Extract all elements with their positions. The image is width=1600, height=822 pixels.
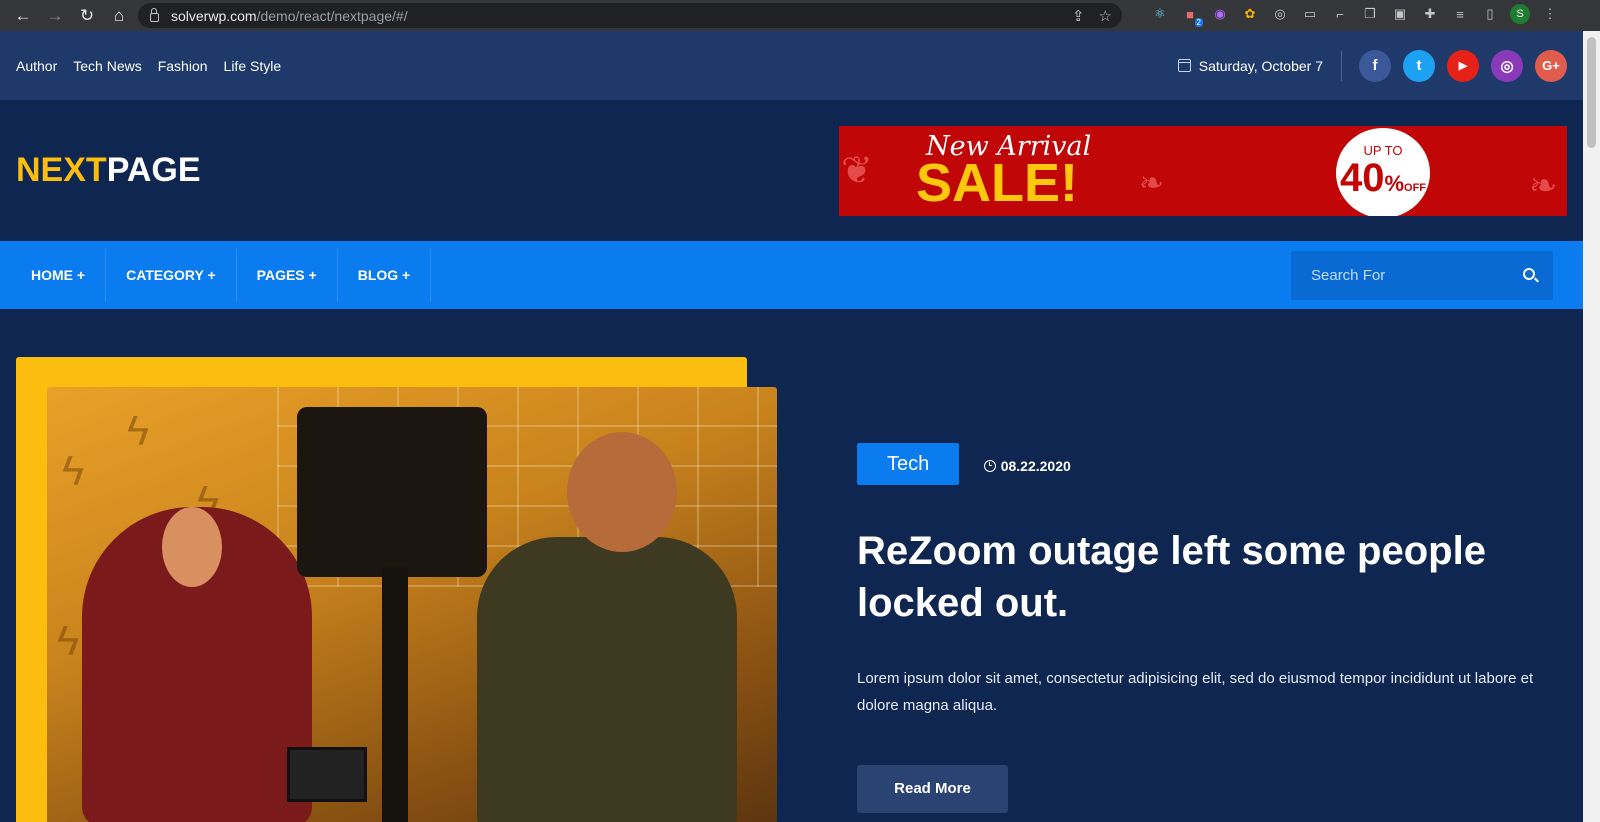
- share-icon[interactable]: ⇪: [1072, 7, 1085, 25]
- leaf-decoration-icon: ❦: [841, 150, 873, 192]
- main-navigation: HOME + CATEGORY + PAGES + BLOG +: [0, 241, 1583, 309]
- badge-value: 40: [1339, 156, 1385, 200]
- url-path: /demo/react/nextpage/#/: [256, 7, 408, 24]
- devtools-icon[interactable]: ▭: [1300, 4, 1320, 24]
- google-plus-icon[interactable]: G+: [1535, 49, 1567, 82]
- top-right: Saturday, October 7 f t ▶ ◎ G+: [1177, 49, 1567, 82]
- current-date: Saturday, October 7: [1177, 50, 1342, 81]
- forward-icon[interactable]: →: [42, 3, 68, 29]
- ad-sale-text: SALE!: [916, 153, 1078, 213]
- post-date-text: 08.22.2020: [1000, 457, 1071, 474]
- camera-stabilizer: [382, 567, 408, 822]
- color-picker-icon[interactable]: ✿: [1240, 4, 1260, 24]
- address-actions: ⇪ ☆: [1072, 7, 1112, 25]
- logo-part-page: PAGE: [106, 151, 201, 189]
- badge-off: OFF: [1404, 182, 1427, 194]
- logo-part-next: NEXT: [16, 151, 107, 189]
- bookmark-star-icon[interactable]: ☆: [1099, 7, 1112, 25]
- field-monitor: [287, 747, 367, 802]
- lightning-bolt-icon: ϟ: [57, 617, 80, 664]
- hero-section: ϟ ϟ ϟ ϟ ϟ Tech 08.22.2020 ReZoom outage …: [0, 309, 1583, 822]
- nav-category[interactable]: CATEGORY +: [106, 248, 237, 302]
- clock-icon: [983, 459, 996, 472]
- twitter-icon[interactable]: t: [1403, 49, 1435, 82]
- ad-discount-badge: UP TO 40%OFF: [1336, 128, 1430, 216]
- camera-rig: [297, 407, 487, 577]
- layers-icon[interactable]: ❐: [1360, 4, 1380, 24]
- calendar-icon: [1177, 59, 1191, 72]
- top-header: Author Tech News Fashion Life Style Satu…: [0, 31, 1583, 100]
- address-bar[interactable]: solverwp.com/demo/react/nextpage/#/ ⇪ ☆: [138, 3, 1122, 28]
- side-panel-icon[interactable]: ▯: [1480, 4, 1500, 24]
- browser-toolbar: ← → ↻ ⌂ solverwp.com/demo/react/nextpage…: [0, 0, 1600, 31]
- date-text: Saturday, October 7: [1198, 57, 1323, 74]
- top-link-tech-news[interactable]: Tech News: [73, 58, 141, 74]
- search-input[interactable]: [1311, 267, 1511, 284]
- facebook-icon[interactable]: f: [1359, 49, 1391, 82]
- reload-icon[interactable]: ↻: [74, 3, 100, 29]
- target-icon[interactable]: ◎: [1270, 4, 1290, 24]
- badge-percent-sign: %: [1384, 171, 1405, 196]
- page-scrollbar[interactable]: [1583, 31, 1600, 822]
- site-logo[interactable]: NEXTPAGE: [16, 151, 201, 190]
- lightning-bolt-icon: ϟ: [62, 447, 85, 494]
- hero-image[interactable]: ϟ ϟ ϟ ϟ ϟ: [47, 387, 777, 822]
- brand-row: NEXTPAGE ❦ ❧ ❧ New Arrival SALE! UP TO 4…: [0, 100, 1583, 241]
- category-tag[interactable]: Tech: [857, 443, 960, 485]
- woman-head: [162, 507, 222, 587]
- react-devtools-icon[interactable]: ⚛: [1150, 4, 1170, 24]
- puzzle-icon[interactable]: ✚: [1420, 4, 1440, 24]
- extension-purple-icon[interactable]: ◉: [1210, 4, 1230, 24]
- browser-nav-buttons: ← → ↻ ⌂: [0, 3, 132, 29]
- leaf-decoration-icon: ❧: [1139, 167, 1165, 200]
- camera-operator-figure: [477, 537, 737, 822]
- top-links: Author Tech News Fashion Life Style: [16, 58, 281, 74]
- search-icon[interactable]: [1523, 268, 1535, 280]
- url-host: solverwp.com: [171, 7, 257, 24]
- hero-content: Tech 08.22.2020 ReZoom outage left some …: [857, 443, 1567, 813]
- ruler-icon[interactable]: ⌐: [1330, 4, 1350, 24]
- top-link-life-style[interactable]: Life Style: [224, 58, 282, 74]
- url-text: solverwp.com/demo/react/nextpage/#/: [171, 8, 408, 24]
- scrollbar-thumb[interactable]: [1587, 37, 1596, 148]
- extension-badge-count: 2: [1194, 18, 1203, 27]
- lightning-bolt-icon: ϟ: [127, 407, 150, 454]
- top-link-author[interactable]: Author: [16, 58, 57, 74]
- home-icon[interactable]: ⌂: [106, 3, 132, 29]
- top-link-fashion[interactable]: Fashion: [158, 58, 208, 74]
- youtube-icon[interactable]: ▶: [1447, 49, 1479, 82]
- extension-badge-icon[interactable]: ■ 2: [1180, 4, 1203, 27]
- search-box: [1291, 251, 1553, 300]
- read-more-button[interactable]: Read More: [857, 765, 1008, 813]
- lock-icon: [150, 8, 159, 22]
- back-icon[interactable]: ←: [10, 3, 36, 29]
- ad-banner[interactable]: ❦ ❧ ❧ New Arrival SALE! UP TO 40%OFF: [839, 126, 1567, 216]
- post-excerpt: Lorem ipsum dolor sit amet, consectetur …: [857, 670, 1534, 714]
- post-date: 08.22.2020: [983, 457, 1071, 474]
- menu-kebab-icon[interactable]: ⋮: [1540, 4, 1560, 24]
- badge-percent: 40%OFF: [1336, 158, 1430, 198]
- nav-home[interactable]: HOME +: [0, 248, 107, 302]
- instagram-icon[interactable]: ◎: [1491, 49, 1523, 82]
- playlist-icon[interactable]: ≡: [1450, 4, 1470, 24]
- nav-blog[interactable]: BLOG +: [338, 248, 432, 302]
- social-links: f t ▶ ◎ G+: [1342, 49, 1567, 82]
- profile-avatar[interactable]: S: [1510, 4, 1530, 24]
- extensions-area: ⚛ ■ 2 ◉ ✿ ◎ ▭ ⌐ ❐ ▣ ✚ ≡ ▯ S ⋮: [1150, 4, 1560, 27]
- camera-operator-head: [567, 432, 677, 552]
- post-title[interactable]: ReZoom outage left some people locked ou…: [857, 525, 1567, 629]
- nav-pages[interactable]: PAGES +: [237, 248, 338, 302]
- leaf-decoration-icon: ❧: [1529, 167, 1558, 205]
- card-icon[interactable]: ▣: [1390, 4, 1410, 24]
